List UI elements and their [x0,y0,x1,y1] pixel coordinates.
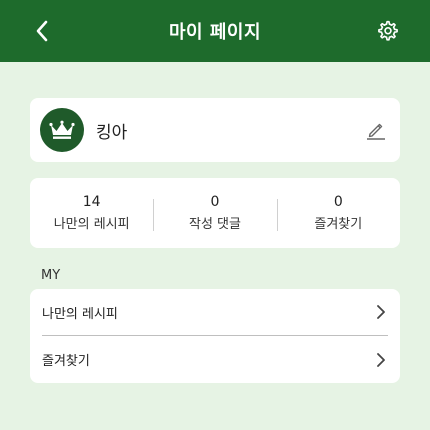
stat-label: 작성 댓글 [189,216,241,232]
chevron-left-icon [36,20,48,42]
chevron-right-icon [374,305,388,319]
stat-value: 14 [82,193,101,210]
stats-card: 14 나만의 레시피 0 작성 댓글 0 즐겨찾기 [30,178,400,248]
stat-comments[interactable]: 0 작성 댓글 [153,193,276,234]
app-header: 마이 페이지 [0,0,430,62]
menu-item-label: 즐겨찾기 [42,354,90,369]
section-label: MY [41,268,61,283]
settings-button[interactable] [376,19,400,43]
back-button[interactable] [30,18,54,44]
stat-my-recipes[interactable]: 14 나만의 레시피 [30,193,153,234]
user-nickname: 킹아 [96,122,128,143]
stat-value: 0 [210,193,220,210]
gear-icon [378,20,398,41]
stat-favorites[interactable]: 0 즐겨찾기 [276,193,400,234]
avatar [40,108,84,152]
pencil-icon [367,123,385,140]
stat-label: 나만의 레시피 [53,216,130,232]
menu-item-my-recipes[interactable]: 나만의 레시피 [42,289,388,336]
edit-profile-button[interactable] [364,118,388,142]
stat-value: 0 [333,193,343,210]
menu-item-favorites[interactable]: 즐겨찾기 [42,336,388,383]
stat-label: 즐겨찾기 [314,216,363,232]
crown-icon [49,120,75,139]
menu-item-label: 나만의 레시피 [42,306,118,322]
chevron-right-icon [374,352,388,367]
profile-card: 킹아 [30,98,400,162]
page-title: 마이 페이지 [168,22,262,43]
my-menu-list: 나만의 레시피 즐겨찾기 [30,289,400,383]
